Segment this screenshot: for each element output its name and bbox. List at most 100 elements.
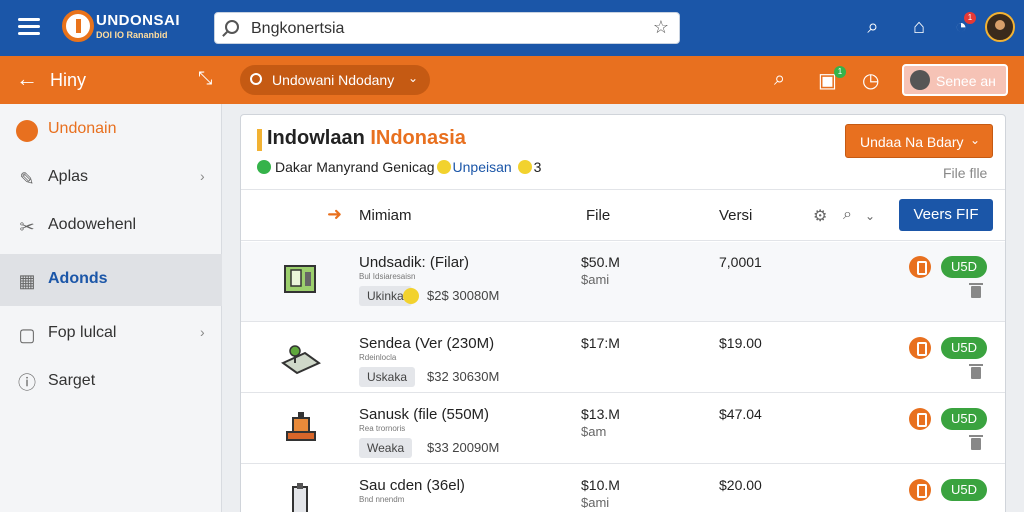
status-badge[interactable]: U5D xyxy=(941,408,987,430)
check-yellow-icon xyxy=(436,160,451,174)
sidebar-item-fop-lulcal[interactable]: ▢ Fop lulcal › xyxy=(0,308,222,360)
status-badge[interactable]: U5D xyxy=(941,256,987,278)
row-chip: Uskaka xyxy=(359,367,416,387)
gear-icon[interactable]: ⚙ xyxy=(813,206,827,226)
sidebar-item-aplas[interactable]: ✎ Aplas › xyxy=(0,152,222,204)
row-price: $2$ 30080M xyxy=(427,288,500,303)
sidebar-item-label: Aodowehenl xyxy=(48,216,137,233)
row-name: Sanusk (file (550M) xyxy=(359,406,490,423)
status-count: 3 xyxy=(533,159,542,175)
avatar[interactable] xyxy=(985,12,1015,42)
row-version: $20.00 xyxy=(719,477,762,493)
status-badge[interactable]: U5D xyxy=(941,337,987,359)
row-subtitle: Bul Idsiaresaisn xyxy=(359,272,416,281)
check-icon xyxy=(257,160,271,174)
search-bar[interactable]: ☆ xyxy=(214,12,680,44)
table-row[interactable]: Sanusk (file (550M) Rea trornoris Weaka … xyxy=(241,394,1005,464)
page-title-part1: Indowlaan xyxy=(267,127,371,149)
sidebar-item-label: Adonds xyxy=(48,270,108,287)
logo-subtitle: DOI IO Rananbid xyxy=(96,30,168,40)
lock-icon[interactable] xyxy=(909,479,931,501)
user-chip[interactable]: Senee aн xyxy=(902,64,1008,96)
row-name: Undsadik: (Filar) xyxy=(359,254,470,271)
chevron-down-icon: ⌄ xyxy=(407,71,418,85)
lock-icon[interactable] xyxy=(909,337,931,359)
row-price: $33 20090M xyxy=(427,440,500,455)
info-circle-icon: ⓘ xyxy=(18,373,36,393)
circle-icon xyxy=(16,120,38,142)
search-icon xyxy=(225,20,239,34)
top-app-bar: UNDONSAI DOI IO Rananbid ☆ ⌕ ⌂ ◔ 1 xyxy=(0,0,1024,56)
table-header: ➜ Mimiam File Versi ⚙ ⌕ ⌄ Veers FIF xyxy=(241,189,1005,241)
home-icon[interactable]: ⌂ xyxy=(906,14,932,40)
badge-yellow-icon xyxy=(517,160,532,174)
row-subtitle: Rea trornoris xyxy=(359,424,406,433)
search-icon[interactable]: ⌕ xyxy=(843,206,852,224)
sidebar-item-label: Sarget xyxy=(48,372,96,389)
row-subtitle: Rdeinlocla xyxy=(359,353,397,362)
row-name: Sau cden (36el) xyxy=(359,477,465,494)
filter-dropdown[interactable]: Undaa Na Bdary ⌄ xyxy=(845,124,993,158)
page-title: Indowlaan INdonasia xyxy=(267,127,466,150)
column-header-name[interactable]: Mimiam xyxy=(359,207,412,224)
pen-icon: ✎ xyxy=(19,169,35,189)
chevron-right-icon: › xyxy=(200,324,205,340)
trash-icon[interactable] xyxy=(969,364,983,379)
dropdown-label: Undaa Na Bdary xyxy=(860,134,964,150)
sidebar-item-adonds[interactable]: ▦ Adonds xyxy=(0,254,222,306)
sidebar-item-label: Undonain xyxy=(48,120,117,137)
column-header-file[interactable]: File xyxy=(586,207,610,224)
row-size: $17:M xyxy=(581,335,620,351)
status-link[interactable]: Unpeisan xyxy=(453,159,512,175)
lock-icon[interactable] xyxy=(909,256,931,278)
tool-icon[interactable]: ⤡ xyxy=(198,68,212,89)
view-file-button[interactable]: Veers FIF xyxy=(899,199,993,231)
sidebar-item-undonain[interactable]: Undonain xyxy=(0,104,222,156)
main-card: Indowlaan INdonasia Dakar Manyrand Genic… xyxy=(240,114,1006,512)
search-icon[interactable]: ⌕ xyxy=(774,68,785,91)
row-size: $13.M xyxy=(581,406,620,422)
status-badge[interactable]: U5D xyxy=(941,479,987,501)
tool-icon: ✂ xyxy=(19,217,35,237)
status-row: Dakar Manyrand Genicag Unpeisan 3 xyxy=(257,159,541,175)
trash-icon[interactable] xyxy=(969,283,983,298)
arrow-icon: ➜ xyxy=(327,204,343,224)
row-size: $10.M xyxy=(581,477,620,493)
chevron-down-icon[interactable]: ⌄ xyxy=(865,209,875,223)
row-unit: $am xyxy=(581,424,607,439)
lock-icon[interactable] xyxy=(909,408,931,430)
search-input[interactable] xyxy=(251,18,651,40)
column-header-version[interactable]: Versi xyxy=(719,207,752,224)
chevron-down-icon: ⌄ xyxy=(969,133,980,147)
check-yellow-icon xyxy=(403,288,419,304)
user-avatar-icon xyxy=(910,70,930,90)
sidebar-item-label: Fop lulcal xyxy=(48,324,117,341)
sidebar-item-label: Aplas xyxy=(48,168,89,185)
row-size: $50.M xyxy=(581,254,620,270)
search-icon[interactable]: ⌕ xyxy=(860,14,886,40)
toolbar-pill-label: Undowani Ndodany xyxy=(272,72,395,88)
table-row[interactable]: Sau cden (36el) Bnd nnendm $10.M $ami $2… xyxy=(241,465,1005,512)
toolbar-search-pill[interactable]: Undowani Ndodany ⌄ xyxy=(240,65,430,95)
row-unit: $ami xyxy=(581,272,610,287)
table-row[interactable]: Undsadik: (Filar) Bul Idsiaresaisn Ukink… xyxy=(241,242,1005,322)
page-title-part2: INdonasia xyxy=(370,127,466,149)
sidebar-item-sarget[interactable]: ⓘ Sarget xyxy=(0,356,222,408)
toolbar-title: Hiny xyxy=(50,70,87,90)
clock-icon[interactable]: ◷ xyxy=(862,68,879,93)
back-arrow-icon[interactable]: ← xyxy=(16,66,38,92)
star-icon[interactable]: ☆ xyxy=(653,17,669,38)
row-chip: Weaka xyxy=(359,438,413,458)
row-version: 7,0001 xyxy=(719,254,762,270)
sidebar-item-aodowehenl[interactable]: ✂ Aodowehenl xyxy=(0,200,222,252)
hamburger-menu-icon[interactable] xyxy=(18,18,40,36)
pump-device-icon xyxy=(292,483,308,512)
notification-badge: 1 xyxy=(964,12,976,24)
square-icon: ▢ xyxy=(18,325,36,345)
status-text: Dakar Manyrand Genicag xyxy=(275,159,435,175)
grid-icon: ▦ xyxy=(18,271,36,291)
notification-icon[interactable]: ◔ 1 xyxy=(948,12,976,40)
trash-icon[interactable] xyxy=(969,435,983,450)
table-row[interactable]: Sendea (Ver (230M) Rdeinlocla Uskaka $32… xyxy=(241,323,1005,393)
orange-device-icon xyxy=(286,412,316,441)
